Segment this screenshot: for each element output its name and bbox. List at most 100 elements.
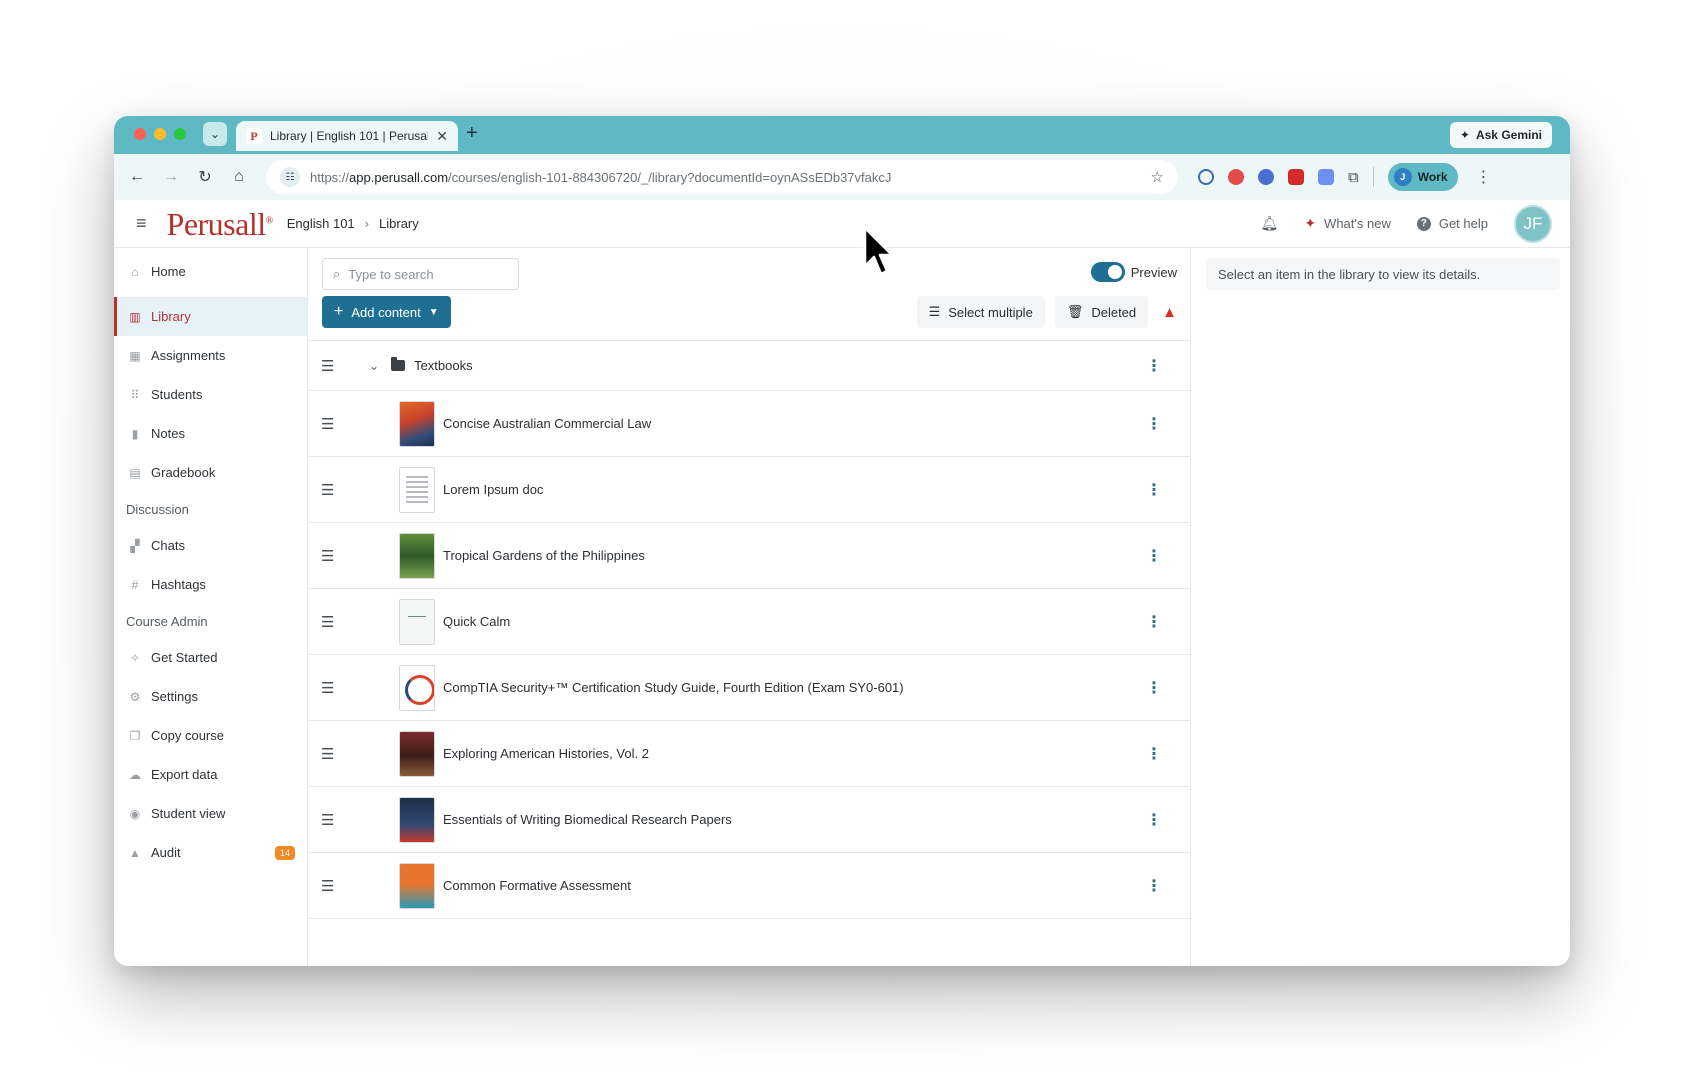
browser-tab-active[interactable]: P Library | English 101 | Perusall ✕ [236, 121, 458, 151]
hamburger-menu-icon[interactable]: ≡ [136, 213, 147, 234]
user-avatar[interactable]: JF [1514, 204, 1552, 243]
drag-handle-icon[interactable]: ☰ [309, 745, 345, 763]
select-multiple-button[interactable]: ☰ Select multiple [916, 296, 1045, 328]
sidebar-item-label: Notes [151, 426, 185, 441]
new-tab-button[interactable]: + [466, 122, 478, 145]
sidebar-item-copy-course[interactable]: ❐ Copy course [114, 716, 307, 755]
home-page-icon[interactable]: ⌂ [222, 168, 256, 186]
sidebar-item-get-started[interactable]: ✧ Get Started [114, 638, 307, 677]
sidebar-item-audit[interactable]: ▲ Audit 14 [114, 833, 307, 872]
more-options-icon[interactable]: ⋮ [1146, 810, 1162, 830]
sidebar-item-assignments[interactable]: ▦ Assignments [114, 336, 307, 375]
list-item[interactable]: ☰ Common Formative Assessment ⋮ [309, 853, 1190, 919]
toolbar-divider [1372, 167, 1374, 187]
alert-triangle-icon[interactable]: ▲ [1162, 304, 1177, 321]
drag-handle-icon[interactable]: ☰ [309, 877, 345, 895]
sidebar-item-label: Chats [151, 538, 185, 553]
address-bar[interactable]: ☷ https://app.perusall.com/courses/engli… [266, 160, 1178, 194]
sidebar-section-course-admin: Course Admin [126, 613, 208, 629]
list-item[interactable]: ☰ Concise Australian Commercial Law ⋮ [309, 391, 1190, 457]
more-options-icon[interactable]: ⋮ [1146, 414, 1162, 434]
whats-new-link[interactable]: ✦ What's new [1304, 215, 1391, 232]
document-thumbnail [399, 598, 435, 645]
more-options-icon[interactable]: ⋮ [1146, 876, 1162, 896]
close-window-button[interactable] [134, 128, 146, 140]
drag-handle-icon[interactable]: ☰ [309, 357, 345, 375]
more-options-icon[interactable]: ⋮ [1146, 356, 1162, 376]
extensions-bar: ⧉ J Work ⋮ [1198, 163, 1492, 191]
more-options-icon[interactable]: ⋮ [1146, 744, 1162, 764]
reload-icon[interactable]: ↻ [188, 167, 222, 187]
export-icon: ☁ [129, 767, 141, 782]
get-help-link[interactable]: ? Get help [1416, 216, 1488, 231]
sidebar-item-library[interactable]: ▥ Library [114, 297, 307, 336]
sidebar-item-hashtags[interactable]: # Hashtags [114, 565, 307, 604]
url-text: https://app.perusall.com/courses/english… [310, 169, 892, 185]
sidebar-item-label: Gradebook [151, 465, 216, 480]
sidebar-item-label: Audit [151, 845, 181, 860]
drag-handle-icon[interactable]: ☰ [309, 679, 345, 697]
list-item[interactable]: ☰ Quick Calm ⋮ [309, 589, 1190, 655]
document-title: Quick Calm [443, 614, 511, 629]
sidebar-item-export-data[interactable]: ☁ Export data [114, 755, 307, 794]
list-item[interactable]: ☰ CompTIA Security+™ Certification Study… [309, 655, 1190, 721]
chevron-down-icon[interactable]: ⌄ [369, 359, 379, 373]
list-item[interactable]: ☰ Exploring American Histories, Vol. 2 ⋮ [309, 721, 1190, 787]
sidebar-item-settings[interactable]: ⚙ Settings [114, 677, 307, 716]
preview-switch[interactable] [1090, 262, 1125, 282]
perusall-logo[interactable]: Perusall® [167, 206, 274, 243]
tab-search-button[interactable]: ⌄ [203, 122, 227, 146]
list-item[interactable]: ☰ Lorem Ipsum doc ⋮ [309, 457, 1190, 523]
list-item[interactable]: ☰ Essentials of Writing Biomedical Resea… [309, 787, 1190, 853]
notifications-bell-icon[interactable]: 🔔︎ [1261, 215, 1279, 232]
drag-handle-icon[interactable]: ☰ [309, 481, 345, 499]
document-thumbnail [399, 466, 435, 513]
ask-gemini-button[interactable]: ✦ Ask Gemini [1449, 122, 1552, 148]
more-options-icon[interactable]: ⋮ [1146, 480, 1162, 500]
search-input[interactable] [348, 266, 499, 282]
folder-name: Textbooks [414, 358, 473, 373]
translate-extension-icon[interactable] [1318, 169, 1334, 185]
browser-menu-icon[interactable]: ⋮ [1476, 167, 1492, 187]
sidebar-item-chats[interactable]: ▞ Chats [114, 526, 307, 565]
sidebar-item-student-view[interactable]: ◉ Student view [114, 794, 307, 833]
site-settings-icon[interactable]: ☷ [280, 167, 300, 187]
extensions-puzzle-icon[interactable]: ⧉ [1348, 169, 1359, 186]
deleted-label: Deleted [1091, 304, 1137, 320]
whats-new-label: What's new [1324, 216, 1391, 231]
deleted-button[interactable]: 🗑︎ Deleted [1054, 296, 1149, 328]
password-manager-extension-icon[interactable] [1198, 169, 1214, 185]
more-options-icon[interactable]: ⋮ [1146, 678, 1162, 698]
sidebar-item-home[interactable]: ⌂ Home [114, 252, 307, 291]
drag-handle-icon[interactable]: ☰ [309, 547, 345, 565]
profile-button[interactable]: J Work [1387, 163, 1458, 191]
bookmark-star-icon[interactable]: ☆ [1151, 168, 1164, 186]
more-options-icon[interactable]: ⋮ [1146, 612, 1162, 632]
forward-arrow-icon[interactable]: → [154, 168, 188, 186]
maximize-window-button[interactable] [174, 128, 186, 140]
drag-handle-icon[interactable]: ☰ [309, 613, 345, 631]
folder-row[interactable]: ☰ ⌄ Textbooks ⋮ [309, 341, 1190, 391]
breadcrumb-course[interactable]: English 101 [287, 216, 355, 231]
red-extension-icon[interactable] [1228, 169, 1244, 185]
sidebar-item-students[interactable]: ⠿ Students [114, 375, 307, 414]
pdf-extension-icon[interactable] [1288, 169, 1304, 185]
back-arrow-icon[interactable]: ← [120, 168, 154, 186]
drag-handle-icon[interactable]: ☰ [309, 415, 345, 433]
sidebar-item-label: Hashtags [151, 577, 206, 592]
preview-toggle[interactable]: Preview [1090, 262, 1177, 282]
blue-extension-icon[interactable] [1258, 169, 1274, 185]
library-actions: ☰ Select multiple 🗑︎ Deleted ▲ [916, 296, 1177, 328]
trash-icon: 🗑︎ [1066, 304, 1084, 319]
browser-nav-buttons: ← → ↻ ⌂ [120, 167, 256, 187]
add-content-button[interactable]: + Add content ▼ [322, 296, 451, 328]
drag-handle-icon[interactable]: ☰ [309, 811, 345, 829]
close-tab-icon[interactable]: ✕ [436, 128, 448, 145]
list-item[interactable]: ☰ Tropical Gardens of the Philippines ⋮ [309, 523, 1190, 589]
more-options-icon[interactable]: ⋮ [1146, 546, 1162, 566]
library-panel: ⌕ + Add content ▼ Preview ☰ Select multi… [309, 248, 1191, 966]
sidebar-item-gradebook[interactable]: ▤ Gradebook [114, 453, 307, 492]
document-thumbnail [399, 796, 435, 843]
minimize-window-button[interactable] [154, 128, 166, 140]
sidebar-item-notes[interactable]: ▮ Notes [114, 414, 307, 453]
